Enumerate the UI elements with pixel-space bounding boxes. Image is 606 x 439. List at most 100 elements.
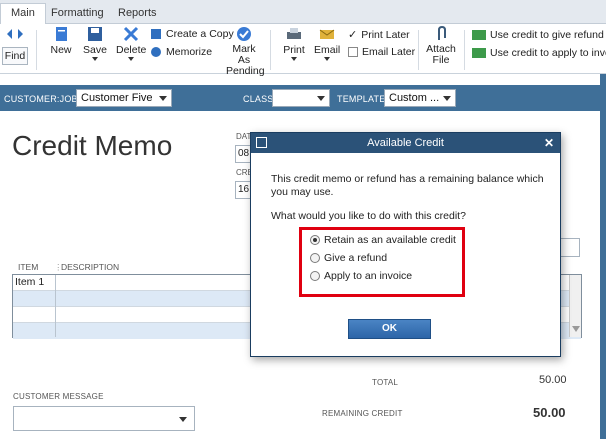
ribbon-toolbar: Find New Save Delete Create a Copy Memor… — [0, 24, 606, 77]
close-icon[interactable]: ✕ — [544, 133, 554, 153]
memorize-button[interactable]: Memorize — [150, 46, 212, 58]
chevron-down-icon — [291, 57, 297, 61]
email-button[interactable]: Email — [314, 26, 340, 61]
total-value: 50.00 — [539, 374, 567, 386]
delete-button[interactable]: Delete — [116, 26, 146, 61]
use-credit-refund-label: Use credit to give refund — [490, 29, 604, 41]
customer-message-label: CUSTOMER MESSAGE — [13, 392, 104, 401]
email-label: Email — [314, 44, 341, 56]
tab-main[interactable]: Main — [0, 3, 46, 25]
new-button[interactable]: New — [48, 26, 74, 56]
check-circle-icon — [237, 27, 251, 41]
option-apply-invoice[interactable]: Apply to an invoice — [310, 270, 412, 282]
memorize-icon — [151, 47, 161, 57]
tab-formatting[interactable]: Formatting — [41, 4, 114, 24]
chevron-down-icon — [179, 417, 187, 422]
printer-icon — [287, 28, 301, 39]
use-credit-invoice-button[interactable]: Use credit to apply to invoice — [472, 47, 606, 59]
ok-button[interactable]: OK — [348, 319, 431, 339]
class-label: CLASS — [243, 94, 274, 104]
ribbon-separator — [36, 30, 37, 70]
page-title: Credit Memo — [12, 130, 173, 161]
dialog-question: What would you like to do with this cred… — [271, 210, 466, 222]
customer-job-value: Customer Five — [81, 92, 153, 104]
dialog-message: This credit memo or refund has a remaini… — [271, 173, 544, 198]
option-label: Give a refund — [324, 252, 388, 264]
chevron-down-icon — [128, 57, 134, 61]
template-value: Custom ... — [389, 92, 440, 104]
copy-icon — [151, 29, 161, 39]
column-line — [55, 275, 56, 337]
email-later-checkbox[interactable]: Email Later — [348, 46, 415, 58]
save-button[interactable]: Save — [82, 26, 108, 61]
option-label: Retain as an available credit — [324, 234, 456, 246]
option-retain-credit[interactable]: Retain as an available credit — [310, 234, 456, 246]
create-copy-label: Create a Copy — [166, 28, 234, 40]
memorize-label: Memorize — [166, 46, 213, 58]
ribbon-separator — [270, 30, 271, 70]
class-select[interactable] — [272, 89, 330, 107]
ribbon-tabs: Main Formatting Reports — [0, 0, 606, 25]
radio-icon[interactable] — [310, 253, 320, 263]
right-field[interactable] — [558, 238, 580, 257]
attach-file-button[interactable]: Attach File — [426, 26, 456, 66]
dialog-titlebar: Available Credit ✕ — [251, 133, 560, 153]
customer-job-label: CUSTOMER:JOB — [4, 94, 78, 104]
save-icon — [88, 27, 102, 41]
radio-icon[interactable] — [310, 271, 320, 281]
apply-invoice-icon — [472, 48, 486, 58]
template-select[interactable]: Custom ... — [384, 89, 456, 107]
refund-icon — [472, 30, 486, 40]
chevron-down-icon — [317, 96, 325, 101]
option-give-refund[interactable]: Give a refund — [310, 252, 387, 264]
item-cell[interactable]: Item 1 — [13, 275, 44, 291]
create-copy-button[interactable]: Create a Copy — [150, 28, 234, 40]
mark-as-pending-button[interactable]: Mark As Pending — [226, 26, 265, 77]
table-scrollbar[interactable] — [569, 275, 581, 337]
save-label: Save — [83, 44, 107, 56]
print-button[interactable]: Print — [281, 26, 307, 61]
customer-message-select[interactable] — [13, 406, 195, 431]
remaining-credit-label: REMAINING CREDIT — [322, 409, 403, 418]
description-column-header: DESCRIPTION — [61, 262, 120, 272]
dialog-title: Available Credit — [367, 137, 444, 149]
available-credit-dialog: Available Credit ✕ This credit memo or r… — [250, 132, 561, 357]
arrow-left-right-icon — [7, 29, 23, 39]
total-label: TOTAL — [372, 378, 399, 387]
print-later-checkbox[interactable]: ✓ Print Later — [348, 28, 410, 42]
chevron-down-icon — [92, 57, 98, 61]
find-nav-arrows[interactable] — [3, 26, 27, 44]
tab-reports[interactable]: Reports — [108, 4, 167, 24]
customer-bar: CUSTOMER:JOB Customer Five CLASS TEMPLAT… — [0, 85, 606, 111]
checkmark-icon: ✓ — [348, 29, 358, 41]
delete-x-icon — [123, 26, 139, 42]
email-later-label: Email Later — [362, 46, 416, 58]
option-label: Apply to an invoice — [324, 270, 413, 282]
remaining-credit-value: 50.00 — [533, 405, 566, 420]
ribbon-separator — [464, 30, 465, 70]
scroll-down-icon — [572, 326, 580, 332]
new-label: New — [50, 44, 72, 56]
customer-job-select[interactable]: Customer Five — [76, 89, 172, 107]
paperclip-icon — [438, 26, 446, 40]
window-edge — [600, 74, 606, 439]
template-label: TEMPLATE — [337, 94, 386, 104]
credit-options-group: Retain as an available credit Give a ref… — [299, 227, 465, 297]
use-credit-refund-button[interactable]: Use credit to give refund — [472, 29, 604, 41]
use-credit-invoice-label: Use credit to apply to invoice — [490, 47, 606, 59]
print-later-label: Print Later — [361, 28, 410, 41]
window-menu-icon[interactable] — [256, 137, 267, 148]
chevron-down-icon — [159, 96, 167, 101]
mark-as-label: Mark As — [232, 43, 256, 66]
delete-label: Delete — [116, 44, 147, 56]
print-label: Print — [283, 44, 305, 56]
chevron-down-icon — [443, 96, 451, 101]
new-document-icon — [56, 27, 67, 41]
ribbon-separator — [418, 30, 419, 70]
file-label: File — [432, 54, 450, 66]
radio-selected-icon[interactable] — [310, 235, 320, 245]
chevron-down-icon — [324, 57, 330, 61]
find-button[interactable]: Find — [2, 47, 28, 65]
unchecked-box-icon — [348, 47, 358, 57]
envelope-icon — [319, 29, 335, 39]
